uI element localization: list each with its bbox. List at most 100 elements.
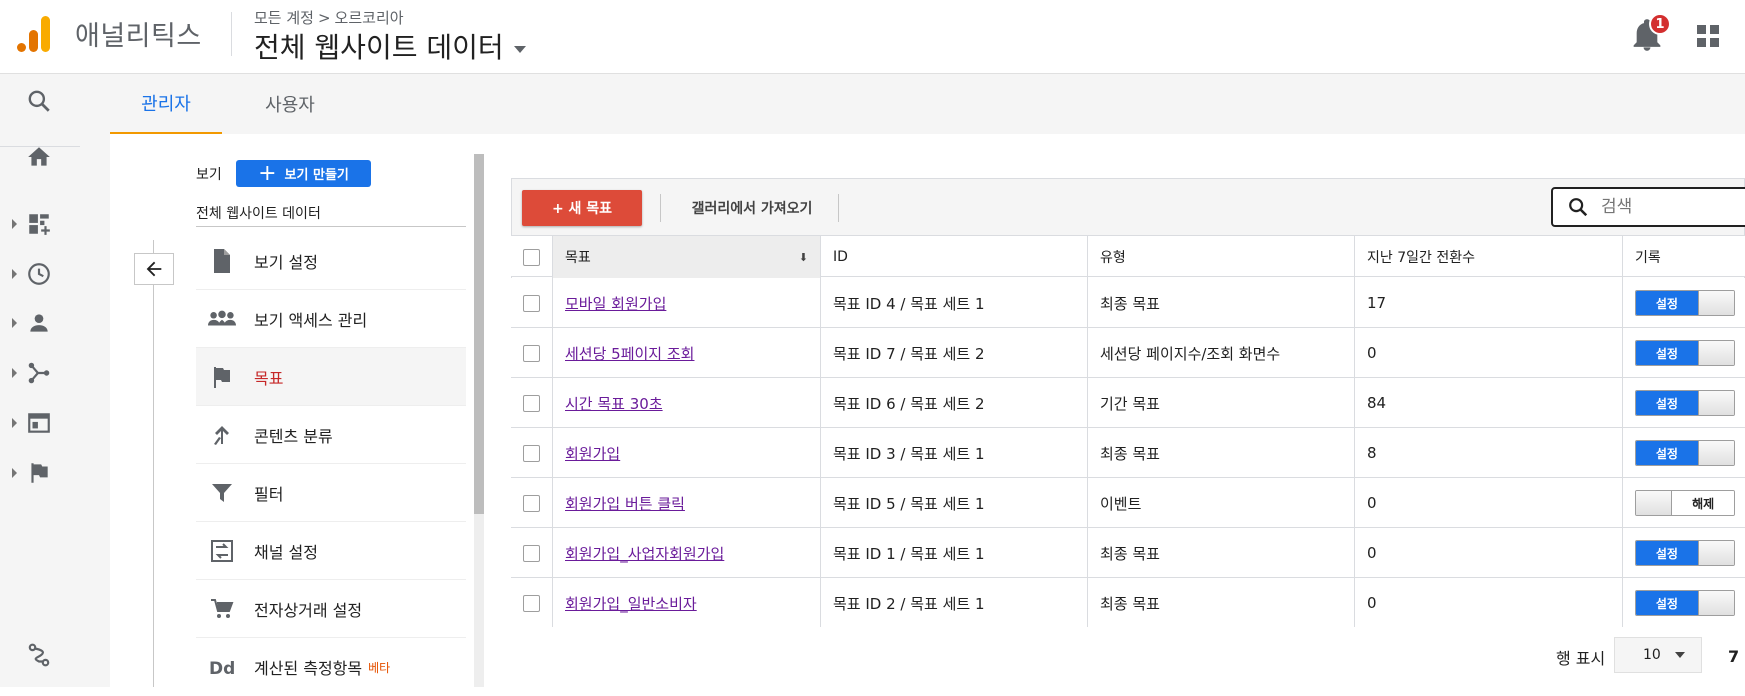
audience-person-icon[interactable]: [26, 310, 52, 336]
goal-type-cell: 최종 목표: [1088, 278, 1355, 328]
record-toggle-off[interactable]: 해제: [1635, 490, 1735, 516]
discover-icon[interactable]: [26, 642, 52, 668]
row-checkbox[interactable]: [523, 594, 540, 612]
row-checkbox[interactable]: [523, 394, 540, 412]
record-toggle-on[interactable]: 설정: [1635, 440, 1735, 466]
row-checkbox[interactable]: [523, 294, 540, 312]
left-rail: [0, 74, 80, 687]
view-selector[interactable]: 전체 웹사이트 데이터: [254, 26, 526, 66]
menu-item-label: 전자상거래 설정: [254, 600, 363, 620]
record-toggle-on[interactable]: 설정: [1635, 390, 1735, 416]
menu-item-filters[interactable]: 필터: [196, 464, 466, 522]
toggle-label: 설정: [1636, 341, 1698, 365]
header-divider: [231, 12, 232, 56]
toggle-label: 해제: [1672, 491, 1734, 515]
goal-name-link[interactable]: 회원가입_사업자회원가입: [565, 543, 724, 564]
column-header-conversions[interactable]: 지난 7일간 전환수: [1355, 236, 1623, 278]
create-view-label: 보기 만들기: [284, 168, 349, 183]
import-from-gallery-button[interactable]: 갤러리에서 가져오기: [672, 190, 832, 226]
record-toggle-on[interactable]: 설정: [1635, 590, 1735, 616]
column-header-goal[interactable]: 목표 ⬇: [553, 236, 821, 278]
expand-arrow-icon[interactable]: [12, 368, 17, 378]
toggle-knob: [1697, 391, 1734, 415]
goal-name-link[interactable]: 회원가입_일반소비자: [565, 593, 697, 614]
goal-name-link[interactable]: 세션당 5페이지 조회: [565, 343, 694, 364]
record-toggle-on[interactable]: 설정: [1635, 290, 1735, 316]
goal-id-cell: 목표 ID 1 / 목표 세트 1: [821, 528, 1088, 578]
analytics-logo-icon[interactable]: [17, 16, 51, 52]
row-checkbox[interactable]: [523, 344, 540, 362]
realtime-clock-icon[interactable]: [26, 261, 52, 287]
goal-id-cell: 목표 ID 4 / 목표 세트 1: [821, 278, 1088, 328]
row-checkbox[interactable]: [523, 494, 540, 512]
row-checkbox[interactable]: [523, 444, 540, 462]
apps-grid-icon[interactable]: [1697, 25, 1719, 47]
goal-name-link[interactable]: 모바일 회원가입: [565, 293, 666, 314]
menu-item-label: 계산된 측정항목: [254, 659, 363, 678]
search-box[interactable]: [1551, 187, 1745, 227]
toggle-knob: [1636, 491, 1673, 515]
new-goal-button[interactable]: + 새 목표: [522, 190, 642, 226]
menu-item-content-grouping[interactable]: 콘텐츠 분류: [196, 406, 466, 464]
row-count-text: 7 개: [1728, 647, 1745, 666]
search-icon[interactable]: [26, 88, 52, 114]
sort-descending-icon: ⬇: [798, 251, 808, 264]
beta-badge: 베타: [368, 660, 391, 675]
goal-conversions-cell: 17: [1355, 278, 1623, 328]
create-view-button[interactable]: + 보기 만들기: [236, 160, 371, 187]
expand-arrow-icon[interactable]: [12, 219, 17, 229]
breadcrumb-account[interactable]: 오르코리아: [335, 7, 404, 28]
goal-type-cell: 최종 목표: [1088, 428, 1355, 478]
goal-name-link[interactable]: 회원가입 버튼 클릭: [565, 493, 685, 514]
menu-item-view-settings[interactable]: 보기 설정: [196, 232, 466, 290]
home-icon[interactable]: [26, 144, 52, 170]
table-row: 회원가입_일반소비자 목표 ID 2 / 목표 세트 1 최종 목표 0 설정: [511, 578, 1745, 628]
search-input[interactable]: [1601, 197, 1741, 217]
menu-item-ecommerce-settings[interactable]: 전자상거래 설정: [196, 580, 466, 638]
column-header-type[interactable]: 유형: [1088, 236, 1355, 278]
rows-per-page-select[interactable]: 10: [1614, 637, 1702, 673]
customization-icon[interactable]: [26, 211, 52, 237]
menu-item-label: 목표: [254, 368, 284, 388]
menu-item-view-access[interactable]: 보기 액세스 관리: [196, 290, 466, 348]
svg-text:Dd: Dd: [209, 659, 235, 677]
column-header-id[interactable]: ID: [821, 236, 1088, 278]
record-toggle-on[interactable]: 설정: [1635, 540, 1735, 566]
menu-item-label: 콘텐츠 분류: [254, 426, 333, 446]
behavior-icon[interactable]: [26, 410, 52, 436]
tab-user[interactable]: 사용자: [240, 74, 340, 134]
toggle-knob: [1697, 541, 1734, 565]
row-checkbox[interactable]: [523, 544, 540, 562]
goals-table-header: 목표 ⬇ ID 유형 지난 7일간 전환수 기록: [511, 235, 1745, 278]
back-button[interactable]: [134, 253, 174, 285]
goal-name-cell: 회원가입: [553, 428, 821, 478]
record-toggle-on[interactable]: 설정: [1635, 340, 1735, 366]
toolbar-divider: [660, 194, 661, 222]
menu-item-goals[interactable]: 목표: [196, 348, 466, 406]
expand-arrow-icon[interactable]: [12, 318, 17, 328]
acquisition-icon[interactable]: [26, 360, 52, 386]
expand-arrow-icon[interactable]: [12, 418, 17, 428]
row-select-cell: [511, 528, 553, 578]
table-row: 회원가입 버튼 클릭 목표 ID 5 / 목표 세트 1 이벤트 0 해제: [511, 478, 1745, 528]
admin-tab-bar: 관리자 사용자: [80, 74, 1745, 134]
toggle-label: 설정: [1636, 541, 1698, 565]
goal-conversions-cell: 0: [1355, 528, 1623, 578]
view-column-scrollbar[interactable]: [474, 154, 484, 514]
goal-name-cell: 모바일 회원가입: [553, 278, 821, 328]
toggle-knob: [1697, 341, 1734, 365]
column-header-record: 기록: [1635, 250, 1661, 266]
breadcrumb-all-accounts[interactable]: 모든 계정: [254, 7, 314, 28]
expand-arrow-icon[interactable]: [12, 269, 17, 279]
goal-name-cell: 회원가입_일반소비자: [553, 578, 821, 628]
goal-name-link[interactable]: 회원가입: [565, 443, 620, 464]
expand-arrow-icon[interactable]: [12, 468, 17, 478]
menu-item-channel-settings[interactable]: 채널 설정: [196, 522, 466, 580]
goal-name-link[interactable]: 시간 목표 30초: [565, 393, 663, 414]
goal-record-cell: 해제: [1623, 478, 1745, 528]
tab-admin[interactable]: 관리자: [110, 74, 222, 134]
menu-item-calculated-metrics[interactable]: Dd 계산된 측정항목 베타: [196, 638, 466, 696]
conversions-flag-icon[interactable]: [26, 460, 52, 486]
select-all-checkbox[interactable]: [523, 248, 540, 266]
breadcrumb[interactable]: 모든 계정 > 오르코리아: [254, 7, 404, 28]
